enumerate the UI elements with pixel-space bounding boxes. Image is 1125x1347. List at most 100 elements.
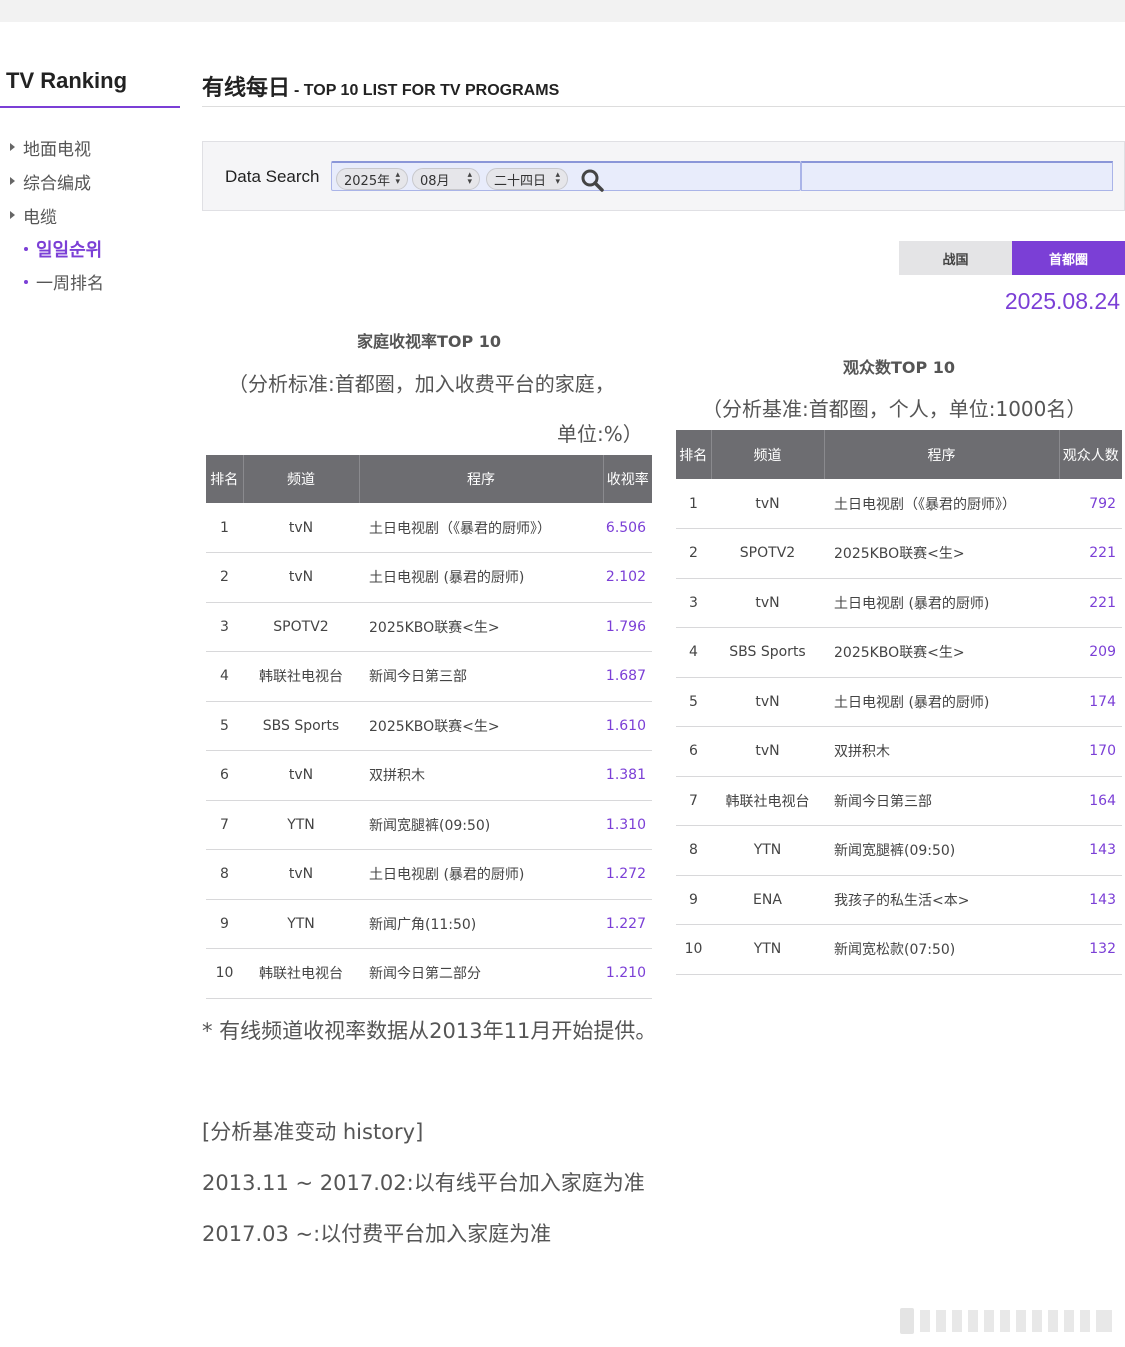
rank-cell: 9 xyxy=(676,875,711,925)
sidebar-item-cable[interactable]: 电缆 xyxy=(0,198,180,232)
sidebar-item-general[interactable]: 综合编成 xyxy=(0,164,180,198)
channel-cell: SBS Sports xyxy=(711,627,824,678)
channel-cell: SPOTV2 xyxy=(243,602,359,652)
program-cell: 土日电视剧 (暴君的厨师) xyxy=(359,849,603,900)
chevron-updown-icon: ▴ ▾ xyxy=(395,170,400,187)
household-ratings-table: 排名 频道 程序 收视率 1 tvN 土日电视剧（《暴君的厨师》） 6.506 2 tvN… xyxy=(206,455,652,999)
value-cell: 143 xyxy=(1059,825,1122,876)
month-select[interactable]: 08月 ▴ ▾ xyxy=(412,168,480,190)
rank-cell: 8 xyxy=(676,825,711,876)
sidebar-menu: 地面电视 综合编成 电缆 일일순위 一周排名 xyxy=(0,130,180,298)
rank-cell: 1 xyxy=(676,479,711,529)
table-row: 9 YTN 新闻广角(11:50) 1.227 xyxy=(206,899,652,949)
rank-cell: 4 xyxy=(206,651,243,702)
rank-cell: 8 xyxy=(206,849,243,900)
value-cell: 1.227 xyxy=(603,899,652,949)
sidebar-subitem-weekly[interactable]: 一周排名 xyxy=(0,265,180,298)
program-cell: 土日电视剧 (暴君的厨师) xyxy=(359,552,603,603)
program-cell: 新闻今日第三部 xyxy=(359,651,603,702)
table-row: 9 ENA 我孩子的私生活<本> 143 xyxy=(676,875,1122,925)
program-cell: 2025KBO联赛<生> xyxy=(359,701,603,751)
value-cell: 6.506 xyxy=(603,503,652,553)
caret-right-icon xyxy=(10,143,15,151)
channel-cell: ENA xyxy=(711,875,824,925)
year-select-value: 2025年 xyxy=(344,173,391,189)
search-extra-field xyxy=(801,161,1113,191)
table-row: 6 tvN 双拼积木 170 xyxy=(676,726,1122,777)
program-cell: 土日电视剧 (暴君的厨师) xyxy=(824,677,1059,727)
channel-cell: YTN xyxy=(711,825,824,876)
table-header-row: 排名 频道 程序 观众人数 xyxy=(676,430,1122,479)
value-cell: 1.381 xyxy=(603,750,652,801)
program-cell: 双拼积木 xyxy=(359,750,603,801)
value-cell: 792 xyxy=(1059,479,1122,529)
household-table-title: 家庭收视率TOP 10 xyxy=(356,332,502,351)
program-cell: 新闻今日第三部 xyxy=(824,776,1059,826)
rank-cell: 2 xyxy=(206,552,243,603)
value-cell: 2.102 xyxy=(603,552,652,603)
program-cell: 2025KBO联赛<生> xyxy=(824,528,1059,579)
program-cell: 土日电视剧（《暴君的厨师》） xyxy=(824,479,1059,529)
channel-cell: 韩联社电视台 xyxy=(243,651,359,702)
value-cell: 164 xyxy=(1059,776,1122,826)
chevron-updown-icon: ▴ ▾ xyxy=(467,170,472,187)
channel-cell: tvN xyxy=(243,503,359,553)
tab-nationwide[interactable]: 战国 xyxy=(899,241,1012,275)
year-select[interactable]: 2025年 ▴ ▾ xyxy=(336,168,408,190)
header-rank: 排名 xyxy=(206,455,244,503)
rank-cell: 10 xyxy=(206,948,243,999)
table-row: 4 SBS Sports 2025KBO联赛<生> 209 xyxy=(676,627,1122,678)
day-select[interactable]: 二十四日 ▴ ▾ xyxy=(486,168,568,190)
viewers-table-title: 观众数TOP 10 xyxy=(842,358,956,377)
channel-cell: tvN xyxy=(243,849,359,900)
tab-capital-area[interactable]: 首都圈 xyxy=(1012,241,1125,275)
program-cell: 土日电视剧（《暴君的厨师》） xyxy=(359,503,603,553)
page-title-sub: - TOP 10 LIST FOR TV PROGRAMS xyxy=(294,82,560,99)
rank-cell: 7 xyxy=(676,776,711,826)
sidebar: TV Ranking 地面电视 综合编成 电缆 일일순위 一周排名 xyxy=(0,68,180,298)
watermark-logo xyxy=(900,1308,1112,1334)
value-cell: 1.610 xyxy=(603,701,652,751)
history-line-2: 2017.03 ~:以付费平台加入家庭为准 xyxy=(202,1222,552,1246)
table-row: 3 SPOTV2 2025KBO联赛<生> 1.796 xyxy=(206,602,652,652)
program-cell: 新闻广角(11:50) xyxy=(359,899,603,949)
header-rank: 排名 xyxy=(676,430,712,479)
bullet-icon xyxy=(24,246,28,251)
rank-cell: 1 xyxy=(206,503,243,553)
rank-cell: 5 xyxy=(206,701,243,751)
ranking-date: 2025.08.24 xyxy=(1004,288,1120,314)
channel-cell: YTN xyxy=(243,800,359,850)
program-cell: 新闻宽腿裤(09:50) xyxy=(359,800,603,850)
header-program: 程序 xyxy=(359,455,604,503)
program-cell: 新闻宽腿裤(09:50) xyxy=(824,825,1059,876)
household-table-body: 1 tvN 土日电视剧（《暴君的厨师》） 6.506 2 tvN 土日电视剧 (暴君的厨师)… xyxy=(206,503,652,999)
header-viewers: 观众人数 xyxy=(1059,430,1122,479)
table-row: 8 YTN 新闻宽腿裤(09:50) 143 xyxy=(676,825,1122,876)
table-row: 8 tvN 土日电视剧 (暴君的厨师) 1.272 xyxy=(206,849,652,900)
rank-cell: 3 xyxy=(206,602,243,652)
table-row: 7 YTN 新闻宽腿裤(09:50) 1.310 xyxy=(206,800,652,850)
table-row: 1 tvN 土日电视剧（《暴君的厨师》） 792 xyxy=(676,479,1122,529)
chevron-updown-icon: ▴ ▾ xyxy=(555,170,560,187)
month-select-value: 08月 xyxy=(420,173,450,189)
sidebar-subitem-daily[interactable]: 일일순위 xyxy=(0,232,180,265)
table-row: 4 韩联社电视台 新闻今日第三部 1.687 xyxy=(206,651,652,702)
channel-cell: 韩联社电视台 xyxy=(243,948,359,999)
table-row: 1 tvN 土日电视剧（《暴君的厨师》） 6.506 xyxy=(206,503,652,553)
sidebar-item-terrestrial[interactable]: 地面电视 xyxy=(0,130,180,164)
caret-right-icon xyxy=(10,177,15,185)
household-table-note-1: （分析标准:首都圈，加入收费平台的家庭， xyxy=(228,372,615,396)
value-cell: 1.796 xyxy=(603,602,652,652)
program-cell: 新闻今日第二部分 xyxy=(359,948,603,999)
value-cell: 1.687 xyxy=(603,651,652,702)
table-row: 2 tvN 土日电视剧 (暴君的厨师) 2.102 xyxy=(206,552,652,603)
data-search-panel: Data Search 2025年 ▴ ▾ 08月 ▴ ▾ 二十四日 ▴ ▾ xyxy=(202,141,1125,211)
search-icon[interactable] xyxy=(580,168,604,192)
household-table-note-2: 单位:%） xyxy=(557,422,643,446)
header-channel: 频道 xyxy=(711,430,825,479)
channel-cell: tvN xyxy=(711,479,824,529)
value-cell: 143 xyxy=(1059,875,1122,925)
table-row: 5 SBS Sports 2025KBO联赛<生> 1.610 xyxy=(206,701,652,751)
history-title: [分析基准变动 history] xyxy=(202,1120,424,1144)
program-cell: 我孩子的私生活<本> xyxy=(824,875,1059,925)
